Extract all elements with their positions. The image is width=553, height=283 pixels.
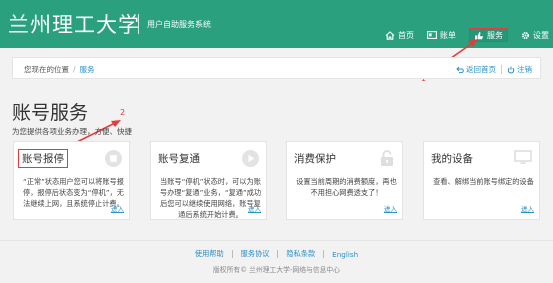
card-enter-link[interactable]: 进入 [384,203,397,213]
footer-link-privacy[interactable]: 隐私条款 [286,249,315,259]
service-card-my-devices[interactable]: 我的设备 查看、解绑当前账号绑定的设备 进入 [423,141,540,220]
breadcrumb: 您现在的位置 / 服务 [24,64,95,75]
breadcrumb-bar: 您现在的位置 / 服务 返回首页 注销 [12,57,541,79]
breadcrumb-actions: 返回首页 注销 [456,64,532,75]
page-subtitle: 为您提供各项业务办理，方便、快捷 [12,127,132,136]
power-icon [507,66,515,73]
card-enter-link[interactable]: 进入 [111,203,124,213]
card-description: 设置当前周期的消费额度，再也不用担心网费透支了！ [296,177,397,197]
footer-link-agreement[interactable]: 服务协议 [241,249,270,259]
service-card-suspend[interactable]: 账号报停 “正常”状态用户您可以将账号报停，报停后状态变为“停机”，无法继续上网… [13,141,130,220]
logout-link[interactable]: 注销 [517,64,532,75]
back-home-link[interactable]: 返回首页 [466,64,496,75]
action-divider [501,65,502,74]
card-title: 消费保护 [294,153,336,165]
monitor-icon [514,150,532,164]
breadcrumb-current[interactable]: 服务 [80,65,95,74]
footer-links: 使用帮助 服务协议 隐私条款 English [0,249,553,259]
lock-icon [381,150,393,166]
back-icon [456,66,464,73]
annotation-number-2: 2 [120,108,126,117]
footer-copyright: 版权所有© 兰州理工大学-网络与信息中心 [213,266,340,274]
card-description: 查看、解绑当前账号绑定的设备 [433,177,534,186]
card-title: 账号复通 [158,153,200,165]
footer-link-help[interactable]: 使用帮助 [195,249,224,259]
footer-separator [277,250,279,258]
card-description: 当账号“停机”状态时，可以为账号办理“复通”业务，“复通”成功后您可以继续使用网… [159,177,262,219]
service-card-resume[interactable]: 账号复通 当账号“停机”状态时，可以为账号办理“复通”业务，“复通”成功后您可以… [150,141,267,220]
footer-link-english[interactable]: English [332,250,358,259]
card-enter-link[interactable]: 进入 [248,203,261,213]
card-title: 我的设备 [431,153,473,165]
breadcrumb-separator: / [73,65,76,74]
footer-divider [0,240,553,241]
stop-icon [105,150,122,167]
service-card-spending-protection[interactable]: 消费保护 设置当前周期的消费额度，再也不用担心网费透支了！ 进入 [286,141,403,220]
card-title: 账号报停 [18,149,68,168]
card-enter-link[interactable]: 进入 [521,203,534,213]
footer-separator [323,250,325,258]
breadcrumb-prefix: 您现在的位置 [24,65,69,74]
play-icon [242,150,259,167]
page-title: 账号服务 [12,102,89,124]
footer-separator [231,250,233,258]
